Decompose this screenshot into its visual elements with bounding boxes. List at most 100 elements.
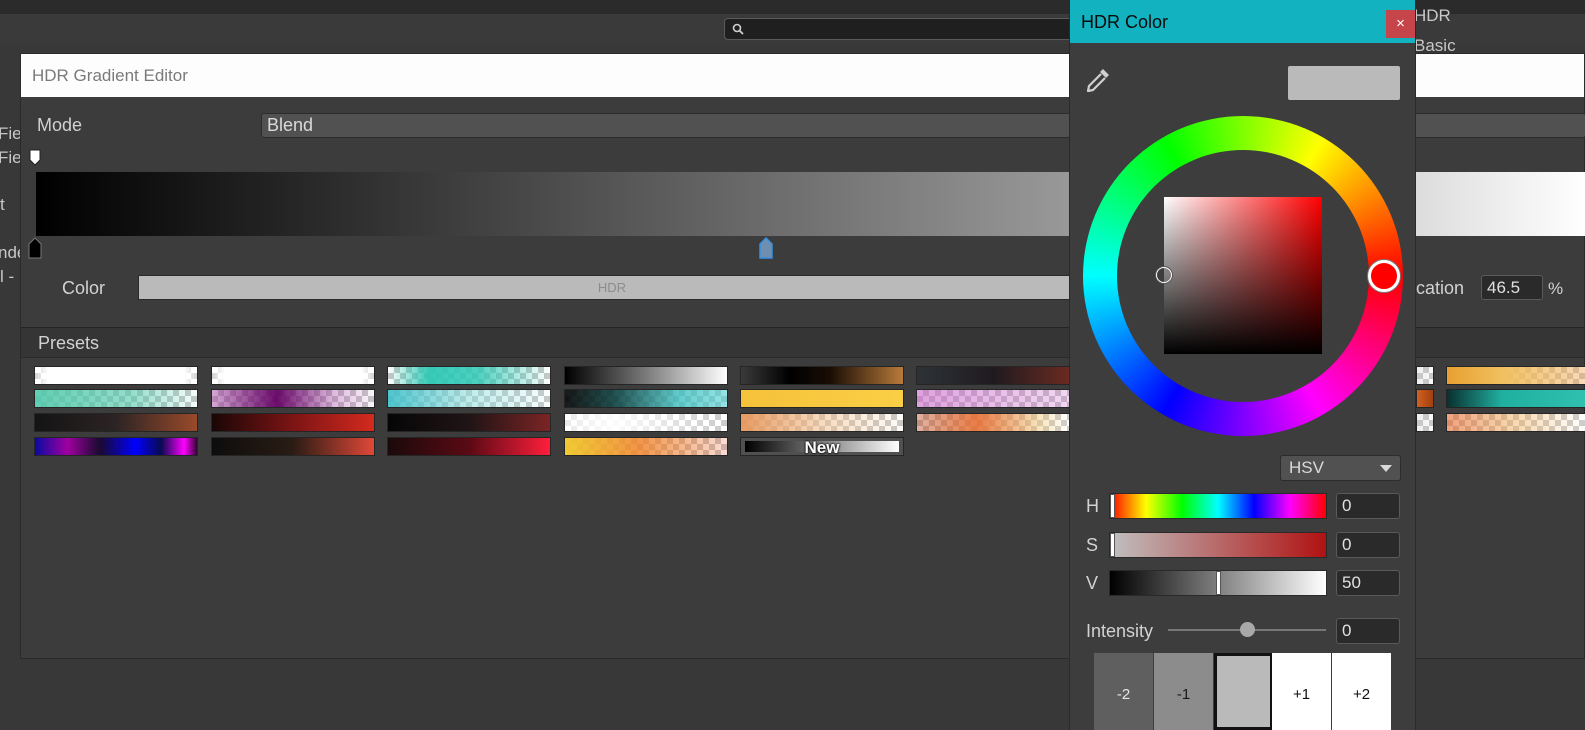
exposure-stop-plus-2[interactable]: +2 bbox=[1332, 653, 1391, 730]
color-label: Color bbox=[62, 278, 106, 298]
hue-wheel-handle[interactable] bbox=[1368, 260, 1400, 292]
preset-swatch[interactable] bbox=[740, 413, 904, 432]
preset-gradient bbox=[917, 367, 1069, 384]
intensity-label: Intensity bbox=[1086, 621, 1154, 641]
preset-gradient bbox=[388, 438, 550, 455]
h-label: H bbox=[1086, 496, 1099, 516]
intensity-slider-knob[interactable] bbox=[1240, 622, 1255, 637]
preset-gradient bbox=[212, 390, 374, 407]
preset-swatch[interactable] bbox=[387, 389, 551, 408]
hdr-color-title-bar: HDR Color bbox=[1070, 0, 1415, 43]
preset-gradient bbox=[1417, 390, 1433, 407]
preset-gradient bbox=[212, 414, 374, 431]
preset-swatch[interactable] bbox=[916, 389, 1070, 408]
preset-gradient bbox=[1417, 367, 1433, 384]
preset-swatch[interactable] bbox=[211, 366, 375, 385]
preset-swatch[interactable] bbox=[1446, 366, 1585, 385]
exposure-stop-current[interactable] bbox=[1214, 653, 1273, 730]
background-text-hdr: HDR bbox=[1414, 6, 1451, 25]
location-input[interactable]: 46.5 bbox=[1481, 275, 1543, 300]
hue-slider[interactable] bbox=[1109, 493, 1327, 519]
background-search-field[interactable] bbox=[724, 18, 1074, 40]
hue-slider-knob[interactable] bbox=[1110, 494, 1115, 518]
preset-swatch[interactable] bbox=[34, 413, 198, 432]
preset-swatch[interactable] bbox=[211, 413, 375, 432]
preset-gradient bbox=[35, 390, 197, 407]
preset-swatch[interactable] bbox=[1416, 413, 1434, 432]
preset-swatch[interactable] bbox=[387, 437, 551, 456]
exposure-stop-minus-2[interactable]: -2 bbox=[1094, 653, 1153, 730]
percent-unit: % bbox=[1548, 279, 1564, 298]
preset-gradient bbox=[35, 438, 197, 455]
preset-gradient bbox=[741, 414, 903, 431]
hue-input[interactable]: 0 bbox=[1336, 493, 1400, 519]
exposure-stop-plus-1[interactable]: +1 bbox=[1272, 653, 1331, 730]
preset-gradient bbox=[741, 367, 903, 384]
hdr-color-field[interactable]: HDR bbox=[138, 275, 1086, 300]
background-text-t: t bbox=[0, 195, 5, 214]
value-slider-knob[interactable] bbox=[1216, 571, 1221, 595]
preset-swatch[interactable] bbox=[34, 389, 198, 408]
new-preset-label: New bbox=[804, 438, 840, 457]
preset-gradient bbox=[388, 414, 550, 431]
preset-gradient bbox=[35, 414, 197, 431]
color-mode-value: HSV bbox=[1289, 458, 1324, 477]
saturation-slider[interactable] bbox=[1109, 532, 1327, 558]
intensity-input[interactable]: 0 bbox=[1336, 618, 1400, 644]
preset-swatch[interactable] bbox=[1416, 389, 1434, 408]
preset-gradient bbox=[212, 367, 374, 384]
preset-swatch[interactable] bbox=[740, 389, 904, 408]
search-icon bbox=[732, 23, 744, 35]
preset-swatch[interactable] bbox=[564, 413, 728, 432]
preset-swatch[interactable] bbox=[740, 366, 904, 385]
preset-gradient bbox=[212, 438, 374, 455]
location-label: cation bbox=[1416, 278, 1465, 298]
chevron-down-icon bbox=[1380, 465, 1392, 472]
color-preview-swatch bbox=[1288, 66, 1400, 100]
preset-swatch[interactable] bbox=[916, 366, 1070, 385]
preset-gradient bbox=[565, 414, 727, 431]
preset-gradient bbox=[35, 367, 197, 384]
v-label: V bbox=[1086, 573, 1099, 593]
preset-gradient bbox=[1447, 367, 1585, 384]
preset-swatch[interactable] bbox=[1446, 413, 1585, 432]
saturation-slider-knob[interactable] bbox=[1110, 533, 1115, 557]
preset-gradient bbox=[388, 390, 550, 407]
preset-swatch[interactable] bbox=[564, 437, 728, 456]
preset-swatch[interactable] bbox=[1416, 366, 1434, 385]
color-mode-dropdown[interactable]: HSV bbox=[1280, 455, 1401, 481]
preset-swatch[interactable] bbox=[1446, 389, 1585, 408]
preset-swatch[interactable] bbox=[916, 413, 1070, 432]
color-key-marker-selected[interactable] bbox=[759, 237, 773, 259]
value-slider[interactable] bbox=[1109, 570, 1327, 596]
preset-swatch[interactable] bbox=[34, 366, 198, 385]
mode-label: Mode bbox=[37, 115, 83, 135]
eyedropper-icon[interactable] bbox=[1086, 66, 1112, 94]
preset-gradient bbox=[1417, 414, 1433, 431]
preset-swatch[interactable] bbox=[211, 437, 375, 456]
alpha-key-marker[interactable] bbox=[29, 149, 41, 166]
preset-gradient bbox=[565, 390, 727, 407]
preset-gradient bbox=[917, 414, 1069, 431]
preset-swatch[interactable] bbox=[387, 366, 551, 385]
hdr-color-title: HDR Color bbox=[1081, 12, 1169, 32]
exposure-stop-minus-1[interactable]: -1 bbox=[1154, 653, 1213, 730]
preset-swatch[interactable] bbox=[34, 437, 198, 456]
close-button[interactable]: × bbox=[1386, 10, 1415, 38]
new-preset-button[interactable]: New bbox=[740, 437, 904, 457]
preset-swatch[interactable] bbox=[387, 413, 551, 432]
preset-swatch[interactable] bbox=[564, 389, 728, 408]
color-key-marker-start[interactable] bbox=[28, 237, 42, 259]
preset-gradient bbox=[1447, 390, 1585, 407]
hdr-color-picker-window: HDR Color × HSV H 0 S 0 V 50 Intensity 0… bbox=[1069, 0, 1416, 730]
saturation-value-handle[interactable] bbox=[1156, 267, 1172, 283]
value-input[interactable]: 50 bbox=[1336, 570, 1400, 596]
saturation-value-square[interactable] bbox=[1164, 197, 1322, 354]
s-label: S bbox=[1086, 535, 1099, 555]
preset-gradient bbox=[565, 367, 727, 384]
saturation-input[interactable]: 0 bbox=[1336, 532, 1400, 558]
preset-swatch[interactable] bbox=[564, 366, 728, 385]
preset-swatch[interactable] bbox=[211, 389, 375, 408]
presets-label: Presets bbox=[38, 333, 100, 353]
preset-gradient bbox=[917, 390, 1069, 407]
